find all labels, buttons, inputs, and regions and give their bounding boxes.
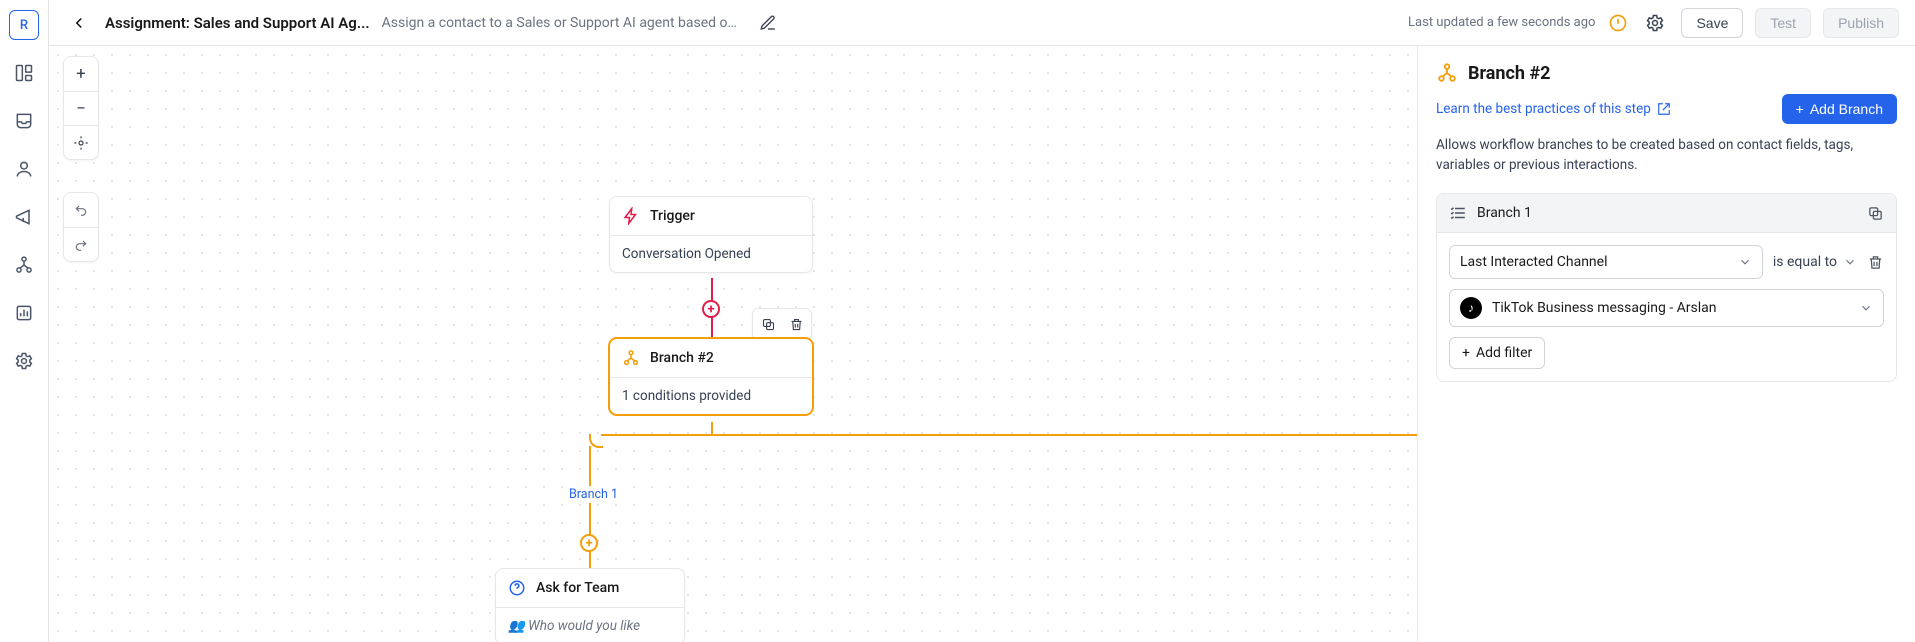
nav-workflows-icon[interactable] bbox=[9, 250, 39, 280]
avatar-letter: R bbox=[20, 18, 28, 33]
duplicate-node-button[interactable] bbox=[755, 311, 781, 337]
history-controls bbox=[63, 192, 99, 262]
list-icon bbox=[1449, 204, 1467, 222]
nav-dashboard-icon[interactable] bbox=[9, 58, 39, 88]
external-link-icon bbox=[1657, 102, 1671, 116]
operator-value: is equal to bbox=[1773, 254, 1837, 270]
top-header: Assignment: Sales and Support AI Ag... A… bbox=[49, 0, 1915, 46]
delete-condition-button[interactable] bbox=[1867, 254, 1884, 271]
branch1-label[interactable]: Branch 1 bbox=[565, 486, 622, 503]
panel-title: Branch #2 bbox=[1468, 63, 1550, 84]
delete-node-button[interactable] bbox=[783, 311, 809, 337]
branch-icon bbox=[622, 349, 640, 367]
zoom-controls: + − bbox=[63, 56, 99, 160]
tiktok-icon: ♪ bbox=[1460, 297, 1482, 319]
last-updated-text: Last updated a few seconds ago bbox=[1408, 15, 1595, 30]
copy-branch-button[interactable] bbox=[1867, 205, 1884, 222]
workflow-canvas[interactable]: + − + + bbox=[49, 46, 1417, 642]
value-text: TikTok Business messaging - Arslan bbox=[1492, 300, 1849, 316]
connector-branch1-down bbox=[589, 446, 591, 576]
zoom-in-button[interactable]: + bbox=[64, 57, 98, 91]
add-branch-button[interactable]: + Add Branch bbox=[1782, 94, 1897, 124]
panel-description: Allows workflow branches to be created b… bbox=[1436, 136, 1897, 175]
add-filter-label: Add filter bbox=[1476, 345, 1532, 361]
branch-name[interactable]: Branch 1 bbox=[1477, 205, 1857, 221]
zoom-fit-button[interactable] bbox=[64, 125, 98, 159]
branch-config-block: Branch 1 Last Interacted Channel is equa… bbox=[1436, 193, 1897, 382]
left-mini-sidebar: R bbox=[0, 0, 49, 642]
save-button[interactable]: Save bbox=[1681, 8, 1743, 38]
branch-node[interactable]: Branch #2 1 conditions provided bbox=[609, 338, 813, 415]
nav-reports-icon[interactable] bbox=[9, 298, 39, 328]
workflow-settings-button[interactable] bbox=[1641, 9, 1669, 37]
trigger-node[interactable]: Trigger Conversation Opened bbox=[609, 196, 813, 273]
panel-branch-icon bbox=[1436, 62, 1458, 84]
question-icon bbox=[508, 579, 526, 597]
nav-settings-icon[interactable] bbox=[9, 346, 39, 376]
side-panel: Branch #2 Learn the best practices of th… bbox=[1417, 46, 1915, 642]
add-step-button[interactable]: + bbox=[702, 300, 720, 318]
page-title: Assignment: Sales and Support AI Ag... bbox=[105, 14, 370, 32]
learn-link-text: Learn the best practices of this step bbox=[1436, 101, 1651, 117]
ask-node-title: Ask for Team bbox=[536, 580, 619, 596]
connector-h-left bbox=[601, 434, 711, 436]
field-select[interactable]: Last Interacted Channel bbox=[1449, 245, 1763, 279]
plus-icon: + bbox=[1796, 101, 1804, 117]
connector-h-right bbox=[711, 434, 1417, 436]
nav-inbox-icon[interactable] bbox=[9, 106, 39, 136]
warning-icon[interactable] bbox=[1607, 12, 1629, 34]
branch-node-body: 1 conditions provided bbox=[610, 377, 812, 414]
redo-button[interactable] bbox=[64, 227, 98, 261]
value-select[interactable]: ♪ TikTok Business messaging - Arslan bbox=[1449, 289, 1884, 327]
add-step-branch1-button[interactable]: + bbox=[580, 534, 598, 552]
ask-node[interactable]: Ask for Team 👥 Who would you like bbox=[495, 568, 685, 642]
edit-title-button[interactable] bbox=[754, 9, 782, 37]
undo-button[interactable] bbox=[64, 193, 98, 227]
learn-link[interactable]: Learn the best practices of this step bbox=[1436, 101, 1671, 117]
workspace-avatar[interactable]: R bbox=[9, 10, 39, 40]
node-action-toolbar bbox=[752, 308, 812, 340]
trigger-title: Trigger bbox=[650, 208, 695, 224]
nav-broadcast-icon[interactable] bbox=[9, 202, 39, 232]
trigger-body: Conversation Opened bbox=[610, 235, 812, 272]
nav-contacts-icon[interactable] bbox=[9, 154, 39, 184]
chevron-down-icon bbox=[1859, 301, 1873, 315]
lightning-icon bbox=[622, 207, 640, 225]
field-select-value: Last Interacted Channel bbox=[1460, 254, 1608, 270]
branch-node-title: Branch #2 bbox=[650, 350, 714, 366]
add-filter-button[interactable]: + Add filter bbox=[1449, 337, 1545, 369]
test-button[interactable]: Test bbox=[1755, 8, 1811, 38]
operator-select[interactable]: is equal to bbox=[1773, 254, 1857, 270]
chevron-down-icon bbox=[1843, 255, 1857, 269]
ask-node-body: 👥 Who would you like bbox=[496, 607, 684, 642]
plus-icon: + bbox=[1462, 345, 1470, 361]
publish-button[interactable]: Publish bbox=[1823, 8, 1899, 38]
zoom-out-button[interactable]: − bbox=[64, 91, 98, 125]
back-button[interactable] bbox=[65, 9, 93, 37]
add-branch-label: Add Branch bbox=[1810, 101, 1883, 117]
page-subtitle: Assign a contact to a Sales or Support A… bbox=[382, 15, 742, 31]
chevron-down-icon bbox=[1738, 255, 1752, 269]
